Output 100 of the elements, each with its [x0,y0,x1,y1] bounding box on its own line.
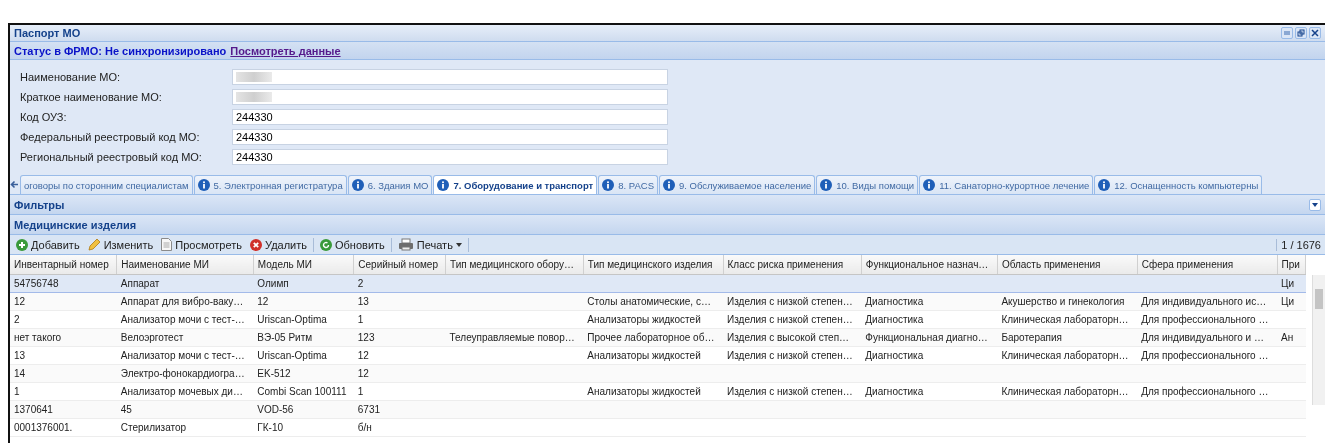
table-cell: EK-512 [253,364,354,383]
table-cell: Анализаторы жидкостей [583,346,724,365]
close-button[interactable] [1309,27,1321,39]
table-cell: 12 [353,346,446,365]
input-field[interactable] [232,68,668,85]
tab[interactable]: 6. Здания МО [347,175,433,194]
table-cell: Олимп [253,274,354,293]
refresh-button[interactable]: Обновить [318,238,387,251]
table-cell: Для индивидуального и … [1137,328,1278,347]
table-cell: 13 [353,292,446,311]
delete-icon [250,238,262,251]
tab[interactable]: 5. Электронная регистратура [193,175,347,194]
column-header[interactable]: Область применения [997,255,1138,275]
tab[interactable]: 8. PACS [598,175,658,194]
input-field[interactable]: 244330 [232,108,668,125]
field-label: Код ОУЗ: [20,110,68,123]
edit-button[interactable]: Изменить [85,238,156,251]
input-field[interactable] [232,88,668,105]
info-icon [197,179,210,191]
tab[interactable]: 9. Обслуживаемое население [659,175,816,194]
table-cell: Для профессионального … [1137,382,1278,401]
table-cell: Ци [1277,292,1306,311]
column-header[interactable]: Класс риска применения [723,255,862,275]
delete-button[interactable]: Удалить [248,238,309,251]
table-cell: Анализаторы жидкостей [583,310,724,329]
column-header[interactable]: Наименование МИ [116,255,254,275]
filters-panel-header[interactable]: Фильтры [10,195,1325,215]
table-cell: 14 [10,364,117,383]
print-button[interactable]: Печать [395,238,464,251]
plus-icon [16,238,28,251]
table-cell: Для профессионального … [1137,310,1278,329]
table-cell: Изделия с высокой степ… [723,328,862,347]
table-cell: 123 [353,328,446,347]
restore-button[interactable] [1295,27,1307,39]
table-cell: Стерилизатор [116,418,254,437]
table-cell: Диагностика [861,382,998,401]
restore-icon [1297,29,1305,37]
scrollbar-thumb[interactable] [1315,289,1323,309]
column-header[interactable]: Функциональное назнач… [861,255,998,275]
table-cell: Для профессионального … [1137,346,1278,365]
table-cell: Аппарат [116,274,254,293]
column-header[interactable]: Серийный номер [353,255,446,275]
column-header[interactable]: Сфера применения [1137,255,1278,275]
info-icon [1098,179,1111,191]
table-cell: 45 [116,400,254,419]
tab[interactable]: 7. Оборудование и транспорт [433,175,598,194]
caret-icon [455,242,462,247]
column-header[interactable]: Тип медицинского обору… [445,255,584,275]
table-cell: Uriscan-Optima [253,310,354,329]
view-data-link[interactable]: Посмотреть данные [230,44,341,57]
window-title: Паспорт МО [14,27,81,39]
table-cell: Телеуправляемые повор… [445,328,584,347]
printer-icon [397,238,414,251]
table-cell: Анализаторы жидкостей [583,382,724,401]
table-cell: 12 [353,364,446,383]
column-header[interactable]: Модель МИ [253,255,354,275]
table-cell: Баротерапия [997,328,1138,347]
tab[interactable]: 12. Оснащенность компьютерны [1094,175,1263,194]
table-cell: Анализатор мочи с тест-… [116,346,254,365]
pencil-icon [87,238,101,251]
scrollbar[interactable] [1312,275,1325,405]
table-cell: ГК-10 [253,418,354,437]
table-cell: Клиническая лабораторн… [997,346,1138,365]
view-button[interactable]: Просмотреть [159,238,244,251]
column-header[interactable]: Инвентарный номер [10,255,117,275]
input-field[interactable]: 244330 [232,148,668,165]
table-cell: 1 [353,382,446,401]
refresh-icon [320,238,332,251]
tab[interactable]: оговоры по сторонним специалистам [20,175,193,194]
table-cell: Изделия с низкой степен… [723,292,862,311]
table-cell: VOD-56 [253,400,354,419]
add-button[interactable]: Добавить [14,238,82,251]
table-cell: Uriscan-Optima [253,346,354,365]
table-cell: Велоэрготест [116,328,254,347]
field-label: Региональный реестровый код МО: [20,150,203,163]
table-cell: Ан [1277,328,1306,347]
table-cell: Акушерство и гинекология [997,292,1138,311]
column-header[interactable]: При [1277,255,1306,275]
info-icon [437,179,450,191]
table-cell: б/н [353,418,446,437]
info-icon [923,179,936,191]
info-icon [820,179,833,191]
table-cell: Изделия с низкой степен… [723,382,862,401]
column-header[interactable]: Тип медицинского изделия [583,255,724,275]
input-field[interactable]: 244330 [232,128,668,145]
table-cell: 0001376001. [10,418,117,437]
document-icon [161,238,173,251]
table-cell: Диагностика [861,292,998,311]
tab[interactable]: 10. Виды помощи [816,175,919,194]
tab[interactable]: 11. Санаторно-курортное лечение [919,175,1094,194]
table-cell: 13 [10,346,117,365]
close-icon [1311,29,1319,37]
table-cell: 6731 [353,400,446,419]
table-cell: Электро-фонокардиогра… [116,364,254,383]
table-cell: Ци [1277,274,1306,293]
refresh-button[interactable] [1281,27,1293,39]
expand-button[interactable] [1309,198,1321,211]
table-cell: Диагностика [861,346,998,365]
table-cell: 54756748 [10,274,117,293]
field-label: Федеральный реестровый код МО: [20,130,201,143]
